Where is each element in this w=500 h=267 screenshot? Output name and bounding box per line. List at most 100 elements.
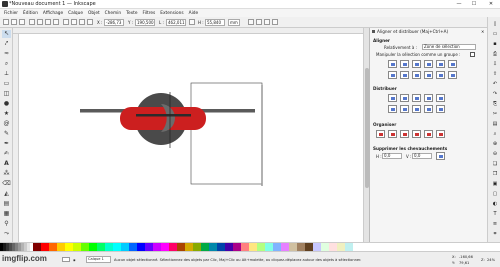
align-right-icon[interactable] <box>424 60 433 68</box>
remove-overlaps-icon[interactable] <box>436 152 445 160</box>
gradient-tool-icon[interactable]: ▤ <box>2 200 11 208</box>
flip-vertical-icon[interactable] <box>53 19 59 25</box>
pen-tool-icon[interactable]: ✒ <box>2 140 11 148</box>
align-left-icon[interactable] <box>400 60 409 68</box>
exchange-positions-icon[interactable] <box>388 130 397 138</box>
rotate-ccw-icon[interactable] <box>29 19 35 25</box>
open-file-icon[interactable]: ▭ <box>491 31 499 38</box>
text-tool-icon[interactable]: A <box>2 160 11 168</box>
menu-calque[interactable]: Calque <box>68 11 83 16</box>
clone-icon[interactable]: ❐ <box>491 171 499 178</box>
layers-icon[interactable]: ≡ <box>491 221 499 228</box>
width-field[interactable]: 462,011 <box>166 19 186 26</box>
zoom-tool-icon[interactable]: ⌕ <box>2 60 11 68</box>
menu-chemin[interactable]: Chemin <box>105 11 121 16</box>
eraser-tool-icon[interactable]: ⌫ <box>2 180 11 188</box>
drawing-canvas[interactable] <box>13 28 363 242</box>
lock-ratio-icon[interactable] <box>189 19 195 25</box>
print-icon[interactable]: ⎙ <box>491 51 499 58</box>
center-horizontal-axis-icon[interactable] <box>412 71 421 79</box>
menu-aide[interactable]: Aide <box>189 11 199 16</box>
calligraphy-tool-icon[interactable]: ✍ <box>2 150 11 158</box>
star-tool-icon[interactable]: ★ <box>2 110 11 118</box>
color-palette[interactable] <box>0 242 500 251</box>
menu-fichier[interactable]: Fichier <box>4 11 18 16</box>
rectangle-tool-icon[interactable]: ▭ <box>2 80 11 88</box>
select-all-icon[interactable] <box>3 19 9 25</box>
align-bottom-to-top-icon[interactable] <box>388 71 397 79</box>
paste-icon[interactable]: ▤ <box>491 121 499 128</box>
measure-tool-icon[interactable]: ⟂ <box>2 70 11 78</box>
raise-to-top-icon[interactable] <box>63 19 69 25</box>
distribute-bottom-edges-icon[interactable] <box>412 105 421 113</box>
maximize-button[interactable]: ☐ <box>467 1 481 8</box>
zoom-selection-icon[interactable]: ⌕ <box>491 131 499 138</box>
menu-affichage[interactable]: Affichage <box>43 11 63 16</box>
distribute-gaps-h-icon[interactable] <box>424 94 433 102</box>
lower-icon[interactable] <box>79 19 85 25</box>
scale-stroke-icon[interactable] <box>248 19 254 25</box>
distribute-top-edges-icon[interactable] <box>388 105 397 113</box>
menu-filtres[interactable]: Filtres <box>143 11 156 16</box>
cut-icon[interactable]: ✂ <box>491 111 499 118</box>
node-tool-icon[interactable]: ⤤ <box>2 40 11 48</box>
distribute-baselines-h-icon[interactable] <box>436 94 445 102</box>
layer-select[interactable]: Calque 1 <box>86 256 111 263</box>
zoom-page-icon[interactable]: ⊖ <box>491 151 499 158</box>
distribute-gaps-v-icon[interactable] <box>424 105 433 113</box>
minimize-button[interactable]: — <box>452 1 466 8</box>
align-text-baseline-icon[interactable] <box>448 60 457 68</box>
flip-horizontal-icon[interactable] <box>45 19 51 25</box>
new-document-icon[interactable]: ▯ <box>491 21 499 28</box>
overlap-h-field[interactable]: 0,0 <box>382 153 402 159</box>
align-baselines-icon[interactable] <box>448 71 457 79</box>
fill-stroke-icon[interactable]: ◐ <box>491 201 499 208</box>
scale-corners-icon[interactable] <box>256 19 262 25</box>
import-icon[interactable]: ⇩ <box>491 61 499 68</box>
duplicate-icon[interactable]: ❏ <box>491 161 499 168</box>
distribute-right-edges-icon[interactable] <box>412 94 421 102</box>
ellipse-tool-icon[interactable]: ● <box>2 100 11 108</box>
connector-tool-icon[interactable]: ⤳ <box>2 230 11 238</box>
ungroup-icon[interactable]: ▢ <box>491 191 499 198</box>
copy-icon[interactable]: ⎘ <box>491 101 499 108</box>
spray-tool-icon[interactable]: ⁂ <box>2 170 11 178</box>
menu-texte[interactable]: Texte <box>126 11 137 16</box>
panel-close-icon[interactable]: ✕ <box>481 29 484 34</box>
treat-as-group-checkbox[interactable] <box>470 52 475 57</box>
close-button[interactable]: ✕ <box>484 1 498 8</box>
center-vertical-axis-icon[interactable] <box>412 60 421 68</box>
save-icon[interactable]: ▪ <box>491 41 499 48</box>
bucket-tool-icon[interactable]: ◭ <box>2 190 11 198</box>
text-font-icon[interactable]: T <box>491 211 499 218</box>
align-bottom-icon[interactable] <box>424 71 433 79</box>
x-field[interactable]: -286,73 <box>104 19 124 26</box>
spiral-tool-icon[interactable]: @ <box>2 120 11 128</box>
unclump-icon[interactable] <box>436 130 445 138</box>
randomize-positions-icon[interactable] <box>424 130 433 138</box>
overlap-v-field[interactable]: 0,0 <box>412 153 432 159</box>
selector-tool-icon[interactable]: ↖ <box>2 30 11 38</box>
menu-edition[interactable]: Édition <box>23 11 38 16</box>
palette-swatches[interactable] <box>0 243 500 251</box>
align-right-to-left-icon[interactable] <box>388 60 397 68</box>
align-left-to-right-icon[interactable] <box>436 60 445 68</box>
unit-select[interactable]: mm <box>228 19 240 26</box>
group-icon[interactable]: ▣ <box>491 181 499 188</box>
exchange-z-order-icon[interactable] <box>400 130 409 138</box>
graph-layout-icon[interactable] <box>376 130 385 138</box>
distribute-centers-v-icon[interactable] <box>400 105 409 113</box>
distribute-baselines-v-icon[interactable] <box>436 105 445 113</box>
align-top-icon[interactable] <box>400 71 409 79</box>
distribute-left-edges-icon[interactable] <box>388 94 397 102</box>
zoom-value[interactable]: 24% <box>487 258 495 262</box>
select-all-layers-icon[interactable] <box>11 19 17 25</box>
xml-editor-icon[interactable]: ⌗ <box>491 231 499 238</box>
relative-to-select[interactable]: Zone de sélection <box>422 44 476 50</box>
export-icon[interactable]: ⇧ <box>491 71 499 78</box>
box-3d-tool-icon[interactable]: ◫ <box>2 90 11 98</box>
menu-extensions[interactable]: Extensions <box>160 11 183 16</box>
y-field[interactable]: 190,500 <box>135 19 155 26</box>
exchange-clockwise-icon[interactable] <box>412 130 421 138</box>
zoom-drawing-icon[interactable]: ⊕ <box>491 141 499 148</box>
